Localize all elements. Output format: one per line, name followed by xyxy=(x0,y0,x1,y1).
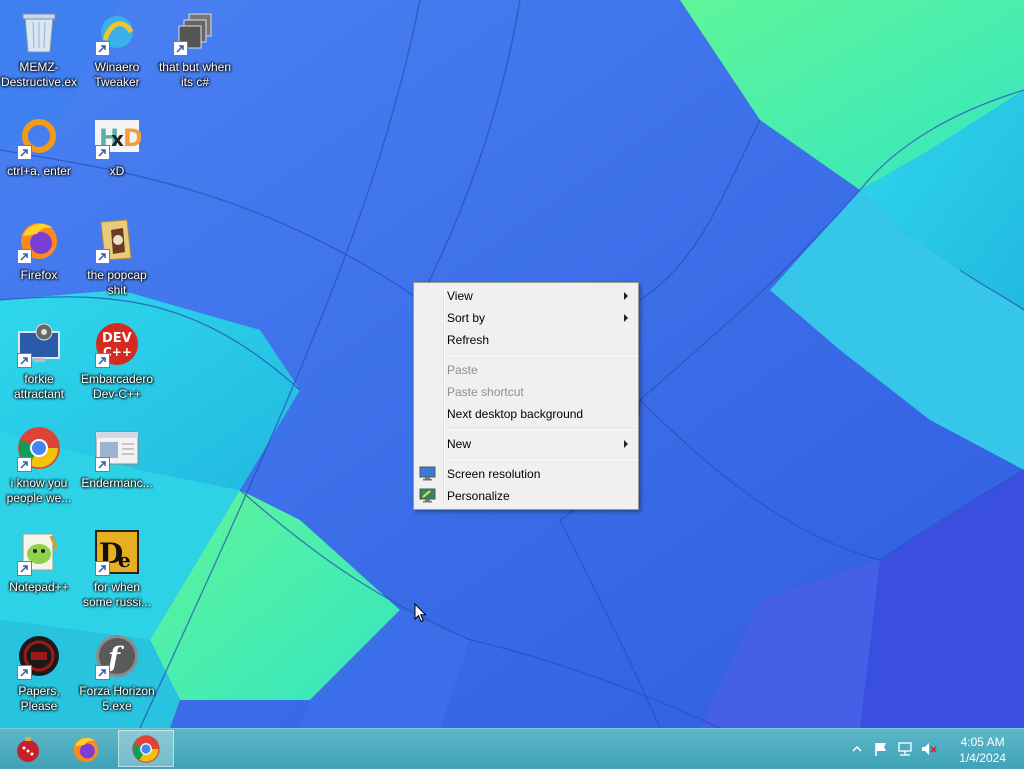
desktop-icon-notepadpp[interactable]: Notepad++ xyxy=(0,522,78,622)
desktop-icon-forkie-attractant[interactable]: forkie attractant xyxy=(0,314,78,414)
menu-item-view[interactable]: View xyxy=(414,285,638,307)
menu-item-label: Refresh xyxy=(447,333,490,347)
desktop-icon-that-but-when-its-csharp[interactable]: that but when its c# xyxy=(156,2,234,102)
menu-item-screen-resolution[interactable]: Screen resolution xyxy=(414,463,638,485)
taskbar: 4:05 AM 1/4/2024 xyxy=(0,728,1024,769)
shortcut-arrow-icon xyxy=(17,665,32,680)
svg-text:e: e xyxy=(118,548,131,572)
svg-text:DEV: DEV xyxy=(102,331,132,346)
shortcut-arrow-icon xyxy=(173,41,188,56)
volume-muted-icon[interactable] xyxy=(921,741,937,757)
desktop-icon-label: for when some russi... xyxy=(82,580,151,609)
shortcut-arrow-icon xyxy=(17,353,32,368)
submenu-arrow-icon xyxy=(624,440,628,448)
menu-item-label: Sort by xyxy=(447,311,486,325)
desktop-context-menu: View Sort by Refresh Paste Paste shortcu… xyxy=(413,282,639,510)
desktop-icon-label: forkie attractant xyxy=(13,372,65,401)
desktop-icon-label: Endermanc... xyxy=(81,476,153,490)
shortcut-arrow-icon xyxy=(95,561,110,576)
shortcut-arrow-icon xyxy=(95,145,110,160)
desktop-icon-winaero-tweaker[interactable]: Winaero Tweaker xyxy=(78,2,156,102)
desktop-icon-label: Forza Horizon 5.exe xyxy=(79,684,155,713)
menu-item-refresh[interactable]: Refresh xyxy=(414,329,638,351)
menu-item-label: Screen resolution xyxy=(447,467,541,481)
shortcut-arrow-icon xyxy=(95,457,110,472)
desktop-icon-embarcadero-devcpp[interactable]: DEV C++ Embarcadero Dev-C++ xyxy=(78,314,156,414)
action-center-flag-icon[interactable] xyxy=(873,741,889,757)
desktop-icon-label: the popcap shit xyxy=(87,268,147,297)
personalize-icon xyxy=(419,488,436,503)
shortcut-arrow-icon xyxy=(95,249,110,264)
desktop-icon-papers-please[interactable]: Papers, Please xyxy=(0,626,78,726)
taskbar-button-chrome[interactable] xyxy=(118,730,174,767)
desktop[interactable]: MEMZ-Destructive.exe Winaero Tweaker tha… xyxy=(0,0,1024,728)
network-icon[interactable] xyxy=(897,741,913,757)
desktop-icon-firefox[interactable]: Firefox xyxy=(0,210,78,310)
menu-item-new[interactable]: New xyxy=(414,433,638,455)
desktop-icon-ctrl-a-enter[interactable]: ctrl+a, enter xyxy=(0,106,78,206)
desktop-icon-label: Firefox xyxy=(20,268,58,282)
menu-item-label: Paste shortcut xyxy=(447,385,524,399)
submenu-arrow-icon xyxy=(624,292,628,300)
desktop-icon-memz[interactable]: MEMZ-Destructive.exe xyxy=(0,2,78,102)
menu-item-label: View xyxy=(447,289,473,303)
clock-time: 4:05 AM xyxy=(960,735,1005,749)
menu-item-next-desktop-background[interactable]: Next desktop background xyxy=(414,403,638,425)
menu-item-sort-by[interactable]: Sort by xyxy=(414,307,638,329)
desktop-icon-for-when-some-russi[interactable]: D e for when some russi... xyxy=(78,522,156,622)
menu-item-label: Personalize xyxy=(447,489,510,503)
shortcut-arrow-icon xyxy=(95,353,110,368)
mouse-cursor-icon xyxy=(414,603,427,623)
recycle-bin-icon xyxy=(22,13,56,53)
desktop-icon-label: Papers, Please xyxy=(18,684,60,713)
desktop-icon-label: MEMZ-Destructive.exe xyxy=(0,60,78,89)
desktop-icon-label: xD xyxy=(109,164,125,178)
desktop-icon-label: Winaero Tweaker xyxy=(94,60,140,89)
taskbar-button-firefox[interactable] xyxy=(58,730,114,767)
desktop-icon-xd[interactable]: H x D xD xyxy=(78,106,156,206)
menu-item-personalize[interactable]: Personalize xyxy=(414,485,638,507)
desktop-icon-label: Notepad++ xyxy=(9,580,69,594)
menu-separator xyxy=(445,458,638,460)
display-icon xyxy=(419,466,436,481)
desktop-icon-i-know-you-people[interactable]: i know you people we... xyxy=(0,418,78,518)
desktop-icon-forza-horizon[interactable]: f Forza Horizon 5.exe xyxy=(78,626,156,726)
desktop-icon-label: that but when its c# xyxy=(158,60,232,89)
shortcut-arrow-icon xyxy=(17,561,32,576)
menu-separator xyxy=(445,428,638,430)
shortcut-arrow-icon xyxy=(17,145,32,160)
shortcut-arrow-icon xyxy=(17,457,32,472)
desktop-icon-the-popcap-shit[interactable]: the popcap shit xyxy=(78,210,156,310)
menu-item-label: Next desktop background xyxy=(447,407,584,421)
clock-date: 1/4/2024 xyxy=(959,751,1006,765)
submenu-arrow-icon xyxy=(624,314,628,322)
shortcut-arrow-icon xyxy=(95,665,110,680)
firefox-icon xyxy=(73,736,99,762)
menu-item-paste-shortcut[interactable]: Paste shortcut xyxy=(414,381,638,403)
show-hidden-icons-chevron-icon[interactable] xyxy=(849,741,865,757)
desktop-icon-label: ctrl+a, enter xyxy=(7,164,71,178)
shortcut-arrow-icon xyxy=(95,41,110,56)
shortcut-arrow-icon xyxy=(17,249,32,264)
desktop-icon-label: Embarcadero Dev-C++ xyxy=(80,372,154,401)
ornament-app-icon xyxy=(17,736,39,762)
menu-item-label: New xyxy=(447,437,472,451)
menu-item-label: Paste xyxy=(447,363,478,377)
svg-text:D: D xyxy=(123,124,141,152)
system-clock[interactable]: 4:05 AM 1/4/2024 xyxy=(959,734,1006,766)
chrome-icon xyxy=(132,734,160,763)
desktop-icon-endermanch[interactable]: Endermanc... xyxy=(78,418,156,518)
desktop-icon-label: i know you people we... xyxy=(6,476,72,505)
menu-separator xyxy=(445,354,638,356)
taskbar-button-ornament-app[interactable] xyxy=(0,730,56,767)
menu-item-paste[interactable]: Paste xyxy=(414,359,638,381)
